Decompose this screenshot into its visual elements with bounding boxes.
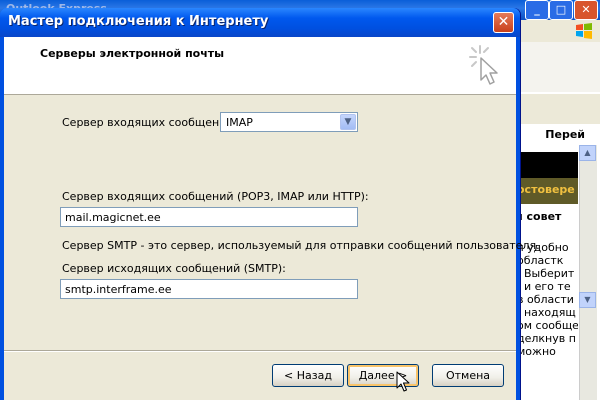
preview-text-line: , и его те [517,280,571,293]
preview-olive-text: остовере [517,183,575,196]
outgoing-server-input[interactable]: smtp.interframe.ee [60,279,358,299]
incoming-type-value[interactable]: IMAP [226,116,253,129]
preview-text-line: делкнув п [517,332,576,345]
preview-banner [515,94,600,124]
dialog-close-button[interactable]: ✕ [493,12,514,33]
windows-logo-icon [576,23,592,39]
outgoing-server-label: Сервер исходящих сообщений (SMTP): [62,262,286,275]
scroll-down-icon[interactable]: ▼ [579,292,596,308]
dialog-header-panel [4,37,516,95]
preview-text-line: . Выберит [517,267,575,280]
incoming-type-label: Сервер входящих сообщений: [62,116,238,129]
footer-divider [4,350,516,352]
maximize-button[interactable]: □ [549,0,573,20]
preview-goto-link[interactable]: Перей [515,128,585,141]
preview-text-line: можно [517,345,556,358]
incoming-server-input[interactable]: mail.magicnet.ee [60,207,358,227]
cancel-button[interactable]: Отмена [432,364,504,387]
minimize-button[interactable]: _ [525,0,549,20]
wizard-cursor-icon [469,45,498,85]
chevron-down-icon[interactable]: ▼ [340,114,356,130]
mouse-pointer-icon [396,371,410,392]
dialog-title: Мастер подключения к Интернету [8,14,269,29]
preview-advice-heading: й совет [515,210,562,223]
close-button[interactable]: ✕ [574,0,598,20]
page-title: Серверы электронной почты [40,47,225,60]
preview-text-line: областк [517,254,564,267]
preview-black-band [515,152,578,178]
smtp-description: Сервер SMTP - это сервер, используемый д… [62,239,540,252]
incoming-server-label: Сервер входящих сообщений (POP3, IMAP ил… [62,190,369,203]
preview-scrollbar[interactable] [579,145,597,400]
scroll-up-icon[interactable]: ▲ [579,145,596,161]
preview-text-line: в области [517,293,574,306]
back-button[interactable]: < Назад [272,364,344,387]
preview-text-line: ом сообще [517,319,579,332]
preview-text-line: , находящ [517,306,576,319]
